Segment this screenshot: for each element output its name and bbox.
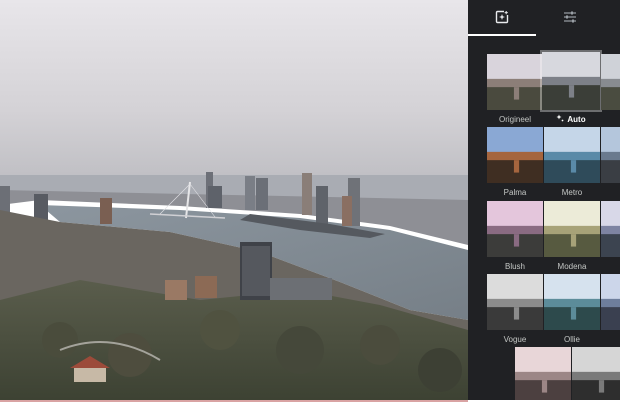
- filter-label: Palma: [503, 187, 527, 197]
- sliders-icon: [564, 11, 576, 23]
- filter-preview-image: [487, 201, 543, 257]
- filter-label-row: [601, 187, 620, 197]
- filter-preview-image: [601, 127, 620, 183]
- filters-panel: Origineel Auto Palma Metro Blush Modena Vogue O…: [468, 0, 620, 400]
- filter-label-row: Modena: [544, 261, 600, 271]
- filter-label: Vogue: [503, 334, 527, 344]
- filter-preview-image: [601, 274, 620, 330]
- filter-thumbnail: [487, 127, 543, 183]
- filter-ollie[interactable]: Ollie: [544, 274, 600, 344]
- filter-modena[interactable]: Modena: [544, 201, 600, 271]
- filter-preview-image: [544, 201, 600, 257]
- filter-preview-image: [487, 127, 543, 183]
- auto-fix-photo-icon: [495, 10, 509, 24]
- filter-thumbnail: [572, 347, 620, 400]
- filter-vogue[interactable]: Vogue: [487, 274, 543, 344]
- filter-label: Origineel: [498, 114, 531, 124]
- filter-label-row: Metro: [544, 187, 600, 197]
- filter-label-row: [601, 114, 620, 124]
- filter-origineel[interactable]: Origineel: [487, 54, 543, 124]
- tab-adjust[interactable]: [536, 0, 604, 34]
- filter-preview-image: [544, 274, 600, 330]
- filter-label-row: B: [601, 334, 620, 344]
- filter-preview-image: [544, 127, 600, 183]
- filter-label-row: [601, 261, 620, 271]
- filter-thumbnail: [544, 274, 600, 330]
- filter-item-13[interactable]: [572, 347, 620, 400]
- panel-tabbar: [468, 0, 620, 36]
- filter-thumbnail: [487, 274, 543, 330]
- filter-label: Modena: [557, 261, 587, 271]
- filter-thumbnail: [542, 52, 600, 110]
- filter-preview-image: [601, 201, 620, 257]
- filter-thumbnail: [544, 127, 600, 183]
- filter-label-row: Palma: [487, 187, 543, 197]
- filter-preview-image: [572, 347, 620, 400]
- bottom-accent-line: [0, 400, 468, 402]
- filter-label-row: Origineel: [487, 114, 543, 124]
- filter-label-row: Auto: [542, 114, 600, 124]
- filter-label: Metro: [561, 187, 583, 197]
- filter-item-2[interactable]: [601, 54, 620, 124]
- active-tab-indicator: [468, 34, 536, 36]
- filter-label: Auto: [567, 114, 586, 124]
- filter-thumbnail: [601, 274, 620, 330]
- filter-label-row: Vogue: [487, 334, 543, 344]
- filter-thumbnail: [487, 201, 543, 257]
- filter-item-12[interactable]: [515, 347, 571, 400]
- filter-preview-image: [601, 54, 620, 110]
- filter-preview-image: [487, 54, 543, 110]
- photo-canvas[interactable]: [0, 0, 468, 400]
- tab-auto-enhance[interactable]: [468, 0, 536, 34]
- filter-preview-image: [542, 52, 600, 110]
- filter-thumbnail: [601, 127, 620, 183]
- filter-thumbnail: [515, 347, 571, 400]
- filter-auto[interactable]: Auto: [542, 52, 600, 124]
- filter-label-row: Blush: [487, 261, 543, 271]
- filter-b[interactable]: B: [601, 274, 620, 344]
- filter-thumbnail: [601, 201, 620, 257]
- city-photo: [0, 0, 468, 400]
- filter-preview-image: [487, 274, 543, 330]
- bottom-edge: [0, 400, 620, 410]
- filter-thumbnail: [487, 54, 543, 110]
- filter-thumbnail: [601, 54, 620, 110]
- filter-label: Blush: [504, 261, 525, 271]
- filter-preview-image: [515, 347, 571, 400]
- filter-label-row: Ollie: [544, 334, 600, 344]
- filter-item-8[interactable]: [601, 201, 620, 271]
- sparkle-icon: [556, 114, 564, 124]
- filter-blush[interactable]: Blush: [487, 201, 543, 271]
- filter-palma[interactable]: Palma: [487, 127, 543, 197]
- filter-label: Ollie: [563, 334, 580, 344]
- filter-item-5[interactable]: [601, 127, 620, 197]
- filter-metro[interactable]: Metro: [544, 127, 600, 197]
- filter-thumbnail: [544, 201, 600, 257]
